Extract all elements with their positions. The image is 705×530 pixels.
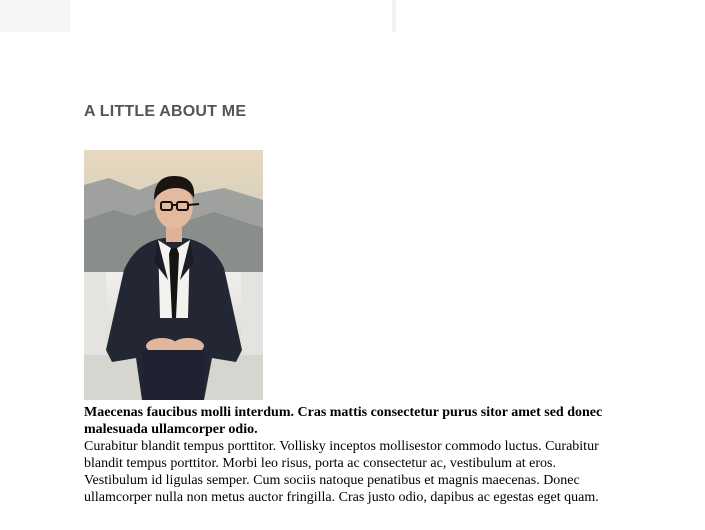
header-panel-middle <box>70 0 392 32</box>
bio-text: Maecenas faucibus molli interdum. Cras m… <box>84 404 604 506</box>
bio-lead: Maecenas faucibus molli interdum. Cras m… <box>84 405 603 437</box>
bio-body: Curabitur blandit tempus porttitor. Voll… <box>84 439 599 505</box>
header-panel-left <box>0 0 70 32</box>
section-heading: A LITTLE ABOUT ME <box>84 103 247 120</box>
header-panel-right <box>396 0 705 32</box>
profile-photo <box>84 150 263 400</box>
